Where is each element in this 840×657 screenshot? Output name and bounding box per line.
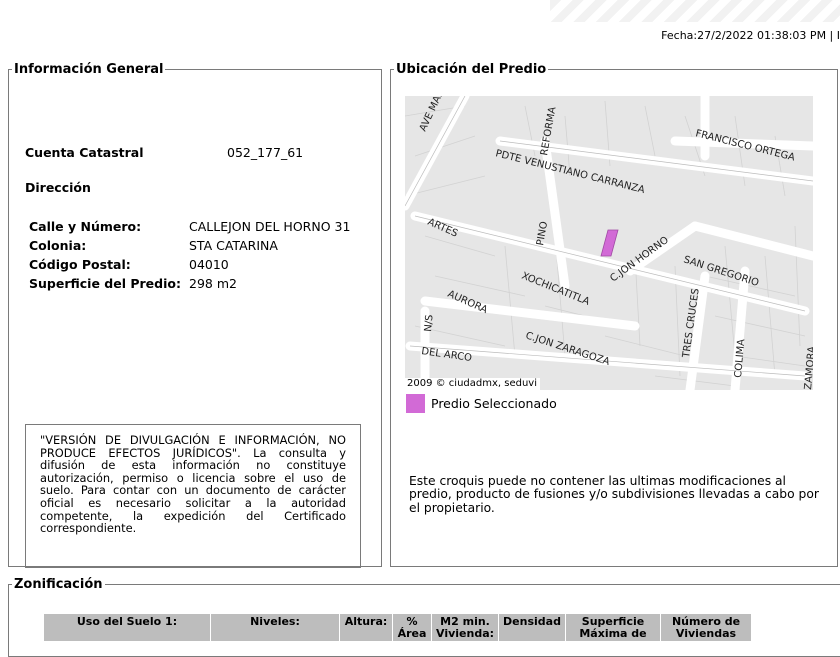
column-header: Niveles:: [211, 614, 339, 641]
superficie-label: Superficie del Predio:: [29, 276, 181, 291]
date-time: Fecha:27/2/2022 01:38:03 PM | I: [661, 29, 840, 42]
cuenta-catastral-label: Cuenta Catastral: [25, 145, 144, 160]
ubicacion-legend: Ubicación del Predio: [396, 62, 547, 77]
column-header: Número de Viviendas: [661, 614, 752, 641]
column-header: Uso del Suelo 1:: [44, 614, 210, 641]
colonia-value: STA CATARINA: [189, 238, 278, 253]
superficie-value: 298 m2: [189, 276, 237, 291]
info-general-panel: Información General Cuenta Catastral 052…: [8, 62, 382, 568]
location-map[interactable]: AVE MAR REFORMA FRANCISCO ORTEGA PDTE VE…: [405, 96, 813, 390]
calle-value: CALLEJON DEL HORNO 31: [189, 219, 351, 234]
colonia-label: Colonia:: [29, 238, 87, 253]
header-decoration: [550, 0, 840, 22]
codigo-postal-label: Código Postal:: [29, 257, 131, 272]
map-copyright: 2009 © ciudadmx, seduvi: [405, 378, 541, 390]
column-header: Altura:: [340, 614, 392, 641]
direccion-label: Dirección: [25, 180, 91, 195]
column-header: Densidad: [499, 614, 566, 641]
zonificacion-table: Uso del Suelo 1: Niveles: Altura: % Área…: [43, 613, 752, 642]
zonificacion-panel: Zonificación Uso del Suelo 1: Niveles: A…: [8, 577, 840, 657]
column-header: % Área: [393, 614, 431, 641]
codigo-postal-value: 04010: [189, 257, 229, 272]
disclaimer-box: "VERSIÓN DE DIVULGACIÓN E INFORMACIÓN, N…: [25, 424, 361, 568]
table-header-row: Uso del Suelo 1: Niveles: Altura: % Área…: [44, 614, 752, 641]
column-header: Superficie Máxima de: [566, 614, 661, 641]
ubicacion-panel: Ubicación del Predio AVE MAR REFORMA FRA…: [390, 62, 838, 567]
cuenta-catastral-value: 052_177_61: [227, 145, 304, 160]
zonificacion-legend: Zonificación: [14, 577, 103, 592]
map-disclaimer-note: Este croquis puede no contener las ultim…: [409, 474, 819, 515]
predio-legend-label: Predio Seleccionado: [431, 396, 557, 411]
column-header: M2 min. Vivienda:: [432, 614, 499, 641]
street-label: N/S: [423, 314, 435, 332]
predio-legend-swatch: [406, 394, 425, 413]
info-general-legend: Información General: [14, 62, 164, 77]
calle-label: Calle y Número:: [29, 219, 142, 234]
